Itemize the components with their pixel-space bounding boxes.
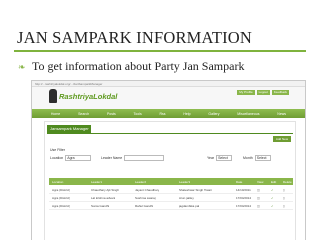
leader3-cell: Arun jaitley [179, 195, 194, 200]
site-header: RashtriyaLokdal My Profile Logout Feedba… [32, 87, 305, 109]
main-menu: Home Search Posts Tools Rss Help Gallery… [32, 109, 305, 118]
bullet-text: To get information about Party Jan Sampa… [32, 59, 245, 73]
site-logo[interactable]: RashtriyaLokdal [49, 89, 117, 103]
column-header: Edit [271, 179, 277, 184]
location-select[interactable]: Agra [65, 155, 92, 161]
browser-url: http://...rashtriyalokdal.org/.../JanSam… [35, 81, 103, 86]
feedback-link[interactable]: Feedback [271, 90, 289, 95]
my-profile-link[interactable]: My Profile [237, 90, 255, 95]
menu-item-miscellaneous[interactable]: Miscellaneous [237, 112, 259, 116]
column-header: View [257, 179, 264, 184]
panel-title: Jansampark Manager [47, 125, 91, 133]
date-cell: 14/10/2011 [236, 187, 251, 192]
view-icon[interactable]: ◫ [257, 196, 260, 200]
leader1-cell: Chaudhary Ajit Singh [91, 187, 120, 192]
hand-pump-icon [49, 89, 57, 103]
screenshot-frame: http://...rashtriyalokdal.org/.../JanSam… [31, 80, 306, 240]
slide-title: JAN SAMPARK INFORMATION [17, 28, 253, 47]
leader-filter: Leader Name [101, 155, 165, 161]
edit-icon[interactable]: ✓ [271, 188, 274, 192]
leader2-cell: Rahul Gandhi [135, 203, 154, 208]
year-select[interactable]: Select [216, 155, 233, 161]
leader1-cell: Lal krishna advani [91, 195, 116, 200]
view-icon[interactable]: ◫ [257, 204, 260, 208]
table-header: Location Leader1 Leader2 Leader3 Date Vi… [49, 178, 293, 185]
leader2-cell: Sushma swaraj [135, 195, 156, 200]
leader3-cell: Shaleshwar Singh Tiwari [179, 187, 212, 192]
leader3-cell: jagdambika pal [179, 203, 200, 208]
table-row: Agra (District) Sonia Gandhi Rahul Gandh… [49, 202, 293, 210]
location-cell: Agra (District) [52, 187, 71, 192]
location-filter: Location Agra [50, 155, 92, 161]
panel-title-rule [47, 133, 293, 134]
menu-item-posts[interactable]: Posts [107, 112, 116, 116]
logo-text: RashtriyaLokdal [59, 91, 118, 101]
column-header: Delete [283, 179, 292, 184]
menu-item-news[interactable]: News [277, 112, 286, 116]
table-row: Agra (District) Lal krishna advani Sushm… [49, 194, 293, 202]
view-icon[interactable]: ◫ [257, 188, 260, 192]
leader-name-input[interactable] [124, 155, 165, 161]
menu-item-tools[interactable]: Tools [134, 112, 142, 116]
menu-item-help[interactable]: Help [183, 112, 190, 116]
delete-icon[interactable]: ▯ [283, 204, 285, 208]
month-filter: Month Select [243, 155, 271, 161]
leader1-cell: Sonia Gandhi [91, 203, 110, 208]
filter-label: Use Filter [50, 148, 65, 152]
menu-item-search[interactable]: Search [78, 112, 89, 116]
month-select[interactable]: Select [254, 155, 271, 161]
add-new-button[interactable]: Add New [272, 136, 291, 142]
date-cell: 17/04/2014 [236, 195, 252, 200]
title-underline [14, 50, 306, 52]
logout-link[interactable]: Logout [256, 90, 270, 95]
column-header[interactable]: Location [52, 180, 63, 184]
delete-icon[interactable]: ▯ [283, 196, 285, 200]
top-links: My Profile Logout Feedback [237, 90, 289, 95]
location-cell: Agra (District) [52, 195, 71, 200]
location-cell: Agra (District) [52, 203, 71, 208]
leaf-bullet-icon: ❧ [18, 62, 26, 72]
edit-icon[interactable]: ✓ [271, 204, 274, 208]
year-filter: Year Select [207, 155, 233, 161]
column-header[interactable]: Leader1 [91, 180, 102, 184]
table-row: Agra (District) Chaudhary Ajit Singh Jay… [49, 186, 293, 194]
menu-item-rss[interactable]: Rss [160, 112, 166, 116]
delete-icon[interactable]: ▯ [283, 188, 285, 192]
date-cell: 17/04/2014 [236, 203, 252, 208]
month-label: Month [243, 156, 253, 160]
year-label: Year [207, 156, 215, 160]
column-header[interactable]: Date [236, 180, 242, 184]
leader2-cell: Jayant Chaudhary [135, 187, 160, 192]
menu-item-gallery[interactable]: Gallery [208, 112, 219, 116]
menu-item-home[interactable]: Home [51, 112, 60, 116]
edit-icon[interactable]: ✓ [271, 196, 274, 200]
column-header[interactable]: Leader3 [179, 180, 190, 184]
leader-name-label: Leader Name [101, 156, 123, 160]
column-header[interactable]: Leader2 [135, 180, 146, 184]
jansampark-panel: Jansampark Manager Add New Use Filter Lo… [44, 121, 296, 240]
location-label: Location [50, 156, 64, 160]
